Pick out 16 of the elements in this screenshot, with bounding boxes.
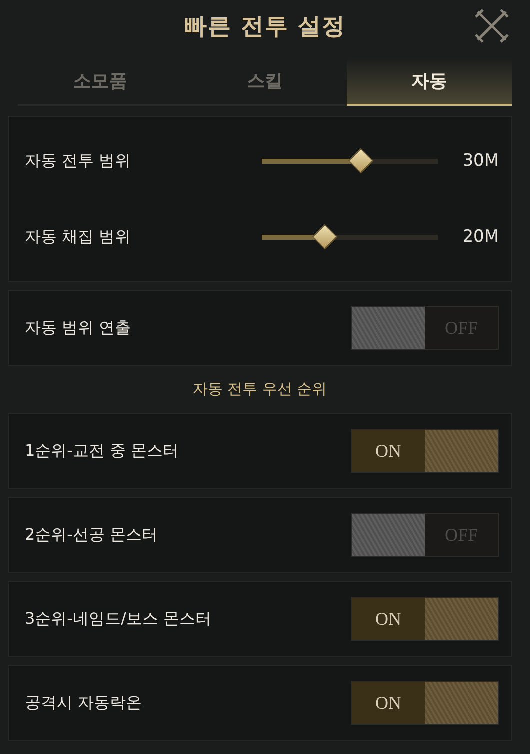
setting-label: 3순위-네임드/보스 몬스터 [25,608,212,630]
setting-label: 자동 채집 범위 [25,226,132,248]
setting-label: 공격시 자동락온 [25,692,144,714]
toggle-switch[interactable]: ON [351,681,499,725]
close-icon[interactable] [474,8,510,44]
window-title: 빠른 전투 설정 [184,12,346,42]
section-heading: 자동 전투 우선 순위 [192,379,328,400]
tab[interactable]: 자동 [347,58,512,106]
range-value: 20M [462,227,499,247]
range-value: 30M [462,151,499,171]
toggle-switch[interactable]: ON [351,429,499,473]
toggle-switch[interactable]: ON [351,597,499,641]
setting-label: 2순위-선공 몬스터 [25,524,160,546]
setting-label: 1순위-교전 중 몬스터 [25,440,180,462]
setting-label: 자동 전투 범위 [25,150,132,172]
setting-label: 자동 범위 연출 [25,318,132,338]
